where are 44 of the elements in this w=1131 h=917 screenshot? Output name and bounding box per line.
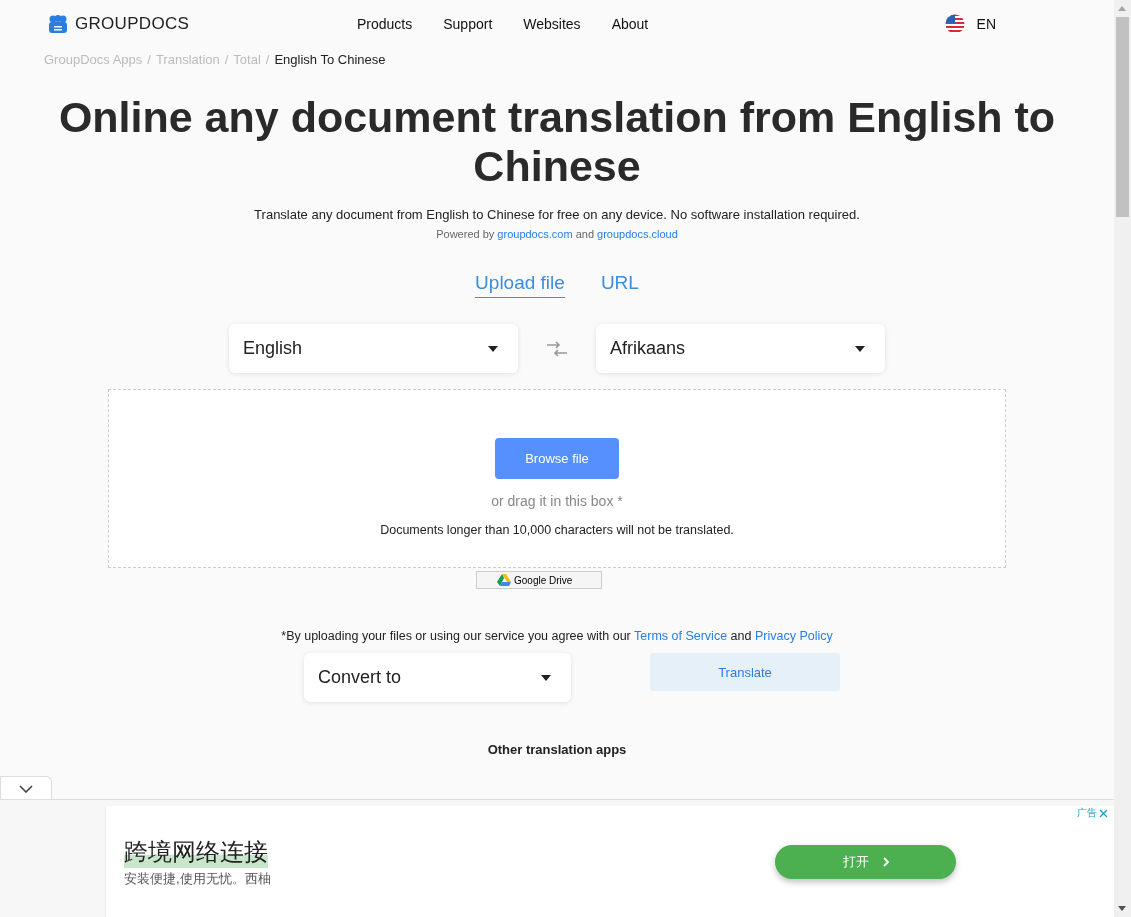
open-button[interactable]: 打开 <box>775 845 956 879</box>
browse-file-button[interactable]: Browse file <box>495 438 619 479</box>
translate-button[interactable]: Translate <box>650 653 840 691</box>
ad-tagline: 安装便捷,使用无忧。西柚 <box>124 870 271 888</box>
close-icon[interactable] <box>1099 808 1108 818</box>
caret-icon <box>855 345 865 352</box>
ad-label: 广告 <box>1077 806 1097 820</box>
powered-by-text: Powered by groupdocs.com and groupdocs.cloud <box>435 228 679 240</box>
nav-link[interactable]: Websites <box>523 16 581 32</box>
flag-icon[interactable] <box>944 14 965 34</box>
length-note: Documents longer than 10,000 characters will not be translated. <box>380 523 734 537</box>
link[interactable]: groupdocs.cloud <box>597 228 678 240</box>
caret-icon <box>488 345 498 352</box>
section-heading: Other translation apps <box>486 742 628 757</box>
breadcrumb-separator: / <box>147 52 151 67</box>
swap-arrows-icon[interactable] <box>546 340 568 357</box>
language-label[interactable]: EN <box>976 16 996 32</box>
nav-link[interactable]: Support <box>443 16 493 32</box>
target-language-select[interactable]: Afrikaans <box>596 324 885 373</box>
nav-link[interactable]: About <box>611 16 649 32</box>
link[interactable]: Terms of Service <box>634 629 728 643</box>
link[interactable]: Privacy Policy <box>754 629 833 643</box>
drop-zone[interactable]: Browse file or drag it in this box * Documents longer than 10,000 characters will not be translated. <box>108 389 1006 568</box>
triangle-icon <box>497 574 511 586</box>
google-drive-button[interactable]: Google Drive <box>476 571 602 589</box>
breadcrumb-separator: / <box>224 52 229 67</box>
logo-text[interactable]: GROUPDOCS <box>75 14 190 34</box>
breadcrumb-separator: / <box>265 52 270 67</box>
page-title: Online any document translation from English to Chinese <box>57 93 1057 191</box>
breadcrumb-item: English To Chinese <box>274 52 386 67</box>
terms-text: *By uploading your files or using our service you agree with our Terms of Service and Privacy Policy <box>280 629 834 643</box>
ad-headline: 跨境网络连接 <box>124 836 268 868</box>
chevron-right-icon <box>882 857 889 867</box>
logo-icon <box>47 15 69 33</box>
convert-to-select[interactable]: Convert to <box>304 653 571 702</box>
caret-icon <box>541 674 551 681</box>
subtitle: Translate any document from English to Chinese for free on any device. No software installation required. <box>253 207 861 222</box>
nav-link[interactable]: Products <box>357 16 413 32</box>
drag-hint: or drag it in this box * <box>491 493 623 509</box>
tab[interactable]: Upload file <box>475 272 565 298</box>
source-language-select[interactable]: English <box>229 324 518 373</box>
chevron-down-icon[interactable] <box>19 784 33 793</box>
link[interactable]: groupdocs.com <box>497 228 573 240</box>
tab[interactable]: URL <box>600 272 639 298</box>
